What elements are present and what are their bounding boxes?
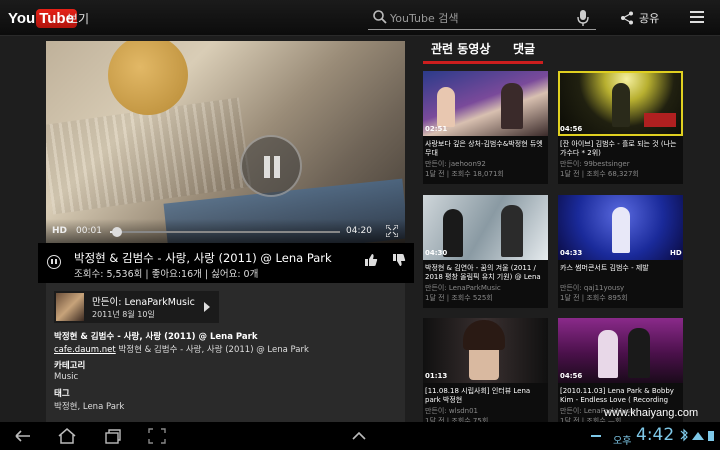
category-value: Music: [54, 372, 79, 382]
recent-apps-icon[interactable]: [104, 428, 122, 444]
view-menu-label[interactable]: 보기: [67, 10, 89, 27]
share-icon: [621, 11, 633, 25]
related-video-card[interactable]: 01:13 [11.08.18 시립사회] 인터뷰 Lena park 박정현 …: [423, 318, 548, 431]
seek-handle[interactable]: [111, 227, 122, 237]
video-title: [2010.11.03] Lena Park & Bobby Kim - End…: [560, 387, 674, 404]
tab-comments[interactable]: 댓글: [513, 40, 535, 57]
video-duration: 01:13: [425, 372, 448, 380]
description-text: cafe.daum.net 박정현 & 김범수 - 사랑, 사랑 (2011) …: [54, 343, 309, 355]
total-time: 04:20: [346, 226, 372, 236]
description-link[interactable]: cafe.daum.net: [54, 345, 116, 355]
clock-ampm: 오후: [613, 436, 632, 447]
video-player[interactable]: HD 00:01 04:20: [46, 41, 405, 243]
pause-bar-icon: [51, 259, 53, 264]
overflow-menu-icon[interactable]: [690, 11, 704, 23]
screenshot-icon[interactable]: [148, 428, 166, 444]
video-duration: 04:33: [560, 249, 583, 257]
pause-button[interactable]: [47, 255, 61, 269]
search-icon: [373, 10, 387, 24]
play-pause-overlay-button[interactable]: [240, 135, 302, 197]
uploader-card[interactable]: 만든이: LenaParkMusic 2011년 8월 10일: [54, 291, 219, 323]
back-icon[interactable]: [14, 428, 32, 444]
tags-heading: 태그: [54, 389, 70, 399]
description-title: 박정현 & 김범수 - 사랑, 사랑 (2011) @ Lena Park: [54, 332, 258, 342]
video-title: 박정현 & 김범수 - 사랑, 사랑 (2011) @ Lena Park: [74, 251, 332, 265]
notification-icon[interactable]: [588, 428, 606, 444]
uploader-name: 만든이: LenaParkMusic: [92, 297, 195, 308]
chevron-right-icon: [204, 302, 210, 312]
watermark: www.khaiyang.com: [604, 407, 699, 419]
thumbs-up-icon[interactable]: [364, 253, 378, 267]
clock-time[interactable]: 4:42: [636, 425, 674, 445]
related-video-card[interactable]: 04:56 [잔 아이브] 김범수 - 흘로 되는 것 (나는 가수다 * 2위…: [558, 71, 683, 184]
pause-bar-icon: [55, 259, 57, 264]
video-title: [11.08.18 시립사회] 인터뷰 Lena park 박정현: [425, 387, 531, 404]
video-duration: 02:51: [425, 125, 448, 133]
video-info-bar: 박정현 & 김범수 - 사랑, 사랑 (2011) @ Lena Park 조회…: [38, 243, 414, 283]
video-uploader: 만든이: jaehoon92: [425, 160, 486, 168]
video-details-panel: 만든이: LenaParkMusic 2011년 8월 10일 박정현 & 김범…: [46, 283, 405, 422]
video-duration: 04:56: [560, 125, 583, 133]
upload-date: 2011년 8월 10일: [92, 310, 155, 319]
related-video-card[interactable]: 04:33 HD 카스 썸머콘서트 김범수 - 제발 만든이: qaj11you…: [558, 195, 683, 308]
action-bar: YouTube 보기 공유: [0, 0, 720, 36]
video-title: 박정현 & 김연아 - 꿈의 겨울 (2011 / 2018 평창 올림픽 유치…: [425, 264, 541, 281]
related-video-card[interactable]: 02:51 사랑보다 깊은 상처-김범수&박정현 듀엣 무대 만든이: jaeh…: [423, 71, 548, 184]
fullscreen-icon[interactable]: [386, 225, 398, 237]
current-time: 00:01: [76, 226, 102, 236]
video-uploader: 만든이: qaj11yousy: [560, 284, 625, 292]
video-title: [잔 아이브] 김범수 - 흘로 되는 것 (나는 가수다 * 2위): [560, 140, 677, 157]
pause-bar-icon: [264, 156, 270, 178]
description-rest: 박정현 & 김범수 - 사랑, 사랑 (2011) @ Lena Park: [115, 345, 309, 355]
pause-bar-icon: [274, 156, 280, 178]
seek-bar[interactable]: [110, 231, 340, 233]
thumbs-down-icon[interactable]: [392, 253, 406, 267]
video-uploader: 만든이: 99bestsinger: [560, 160, 630, 168]
video-meta: 1달 전 | 조회수 68,327회: [560, 170, 639, 178]
related-video-card[interactable]: 04:30 박정현 & 김연아 - 꿈의 겨울 (2011 / 2018 평창 …: [423, 195, 548, 308]
category-heading: 카테고리: [54, 361, 86, 371]
search-box[interactable]: [368, 6, 596, 30]
active-tab-indicator: [423, 61, 543, 64]
related-tabs: 관련 동영상 댓글: [423, 36, 683, 64]
chevron-up-icon[interactable]: [350, 428, 368, 444]
player-controls: HD 00:01 04:20: [46, 219, 405, 243]
home-icon[interactable]: [58, 428, 76, 444]
hd-toggle[interactable]: HD: [52, 226, 67, 236]
hd-badge: HD: [670, 249, 682, 257]
search-input[interactable]: [390, 9, 570, 27]
uploader-avatar: [56, 293, 84, 321]
share-label: 공유: [639, 12, 660, 25]
video-duration: 04:30: [425, 249, 448, 257]
video-uploader: 만든이: wlsdn01: [425, 407, 479, 415]
system-bar: 오후 4:42: [0, 422, 720, 450]
tab-related-videos[interactable]: 관련 동영상: [431, 40, 490, 57]
status-icons: [680, 428, 714, 442]
video-duration: 04:56: [560, 372, 583, 380]
video-stats: 조회수: 5,536회 | 좋아요:16개 | 싫어요: 0개: [74, 269, 259, 280]
video-frame-object: [108, 41, 188, 115]
logo-you: You: [8, 9, 36, 27]
video-meta: 1달 전 | 조회수 525회: [425, 294, 493, 302]
microphone-icon[interactable]: [576, 9, 590, 27]
video-meta: 1달 전 | 조회수 18,071회: [425, 170, 504, 178]
tags-value: 박정현, Lena Park: [54, 402, 125, 412]
video-meta: 1달 전 | 조회수 895회: [560, 294, 628, 302]
video-uploader: 만든이: LenaParkMusic: [425, 284, 501, 292]
video-title: 사랑보다 깊은 상처-김범수&박정현 듀엣 무대: [425, 140, 543, 157]
video-title: 카스 썸머콘서트 김범수 - 제발: [560, 264, 649, 272]
share-button[interactable]: 공유: [620, 9, 659, 27]
